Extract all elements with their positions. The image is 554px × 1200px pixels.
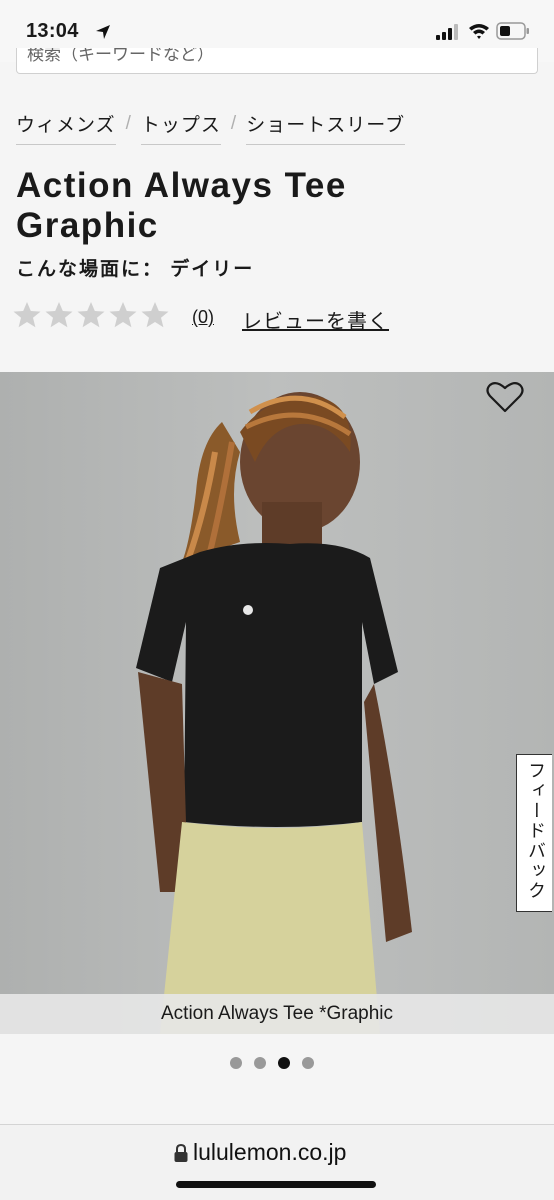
url-text[interactable]: lululemon.co.jp — [193, 1139, 346, 1166]
image-caption: Action Always Tee *Graphic — [161, 1003, 393, 1024]
breadcrumb-tops[interactable]: トップス — [140, 110, 221, 145]
breadcrumb-short-sleeve[interactable]: ショートスリーブ — [246, 110, 406, 145]
home-indicator[interactable] — [176, 1181, 376, 1188]
heart-icon[interactable] — [486, 380, 524, 414]
battery-icon — [496, 22, 529, 40]
feedback-tab[interactable]: フィードバック — [516, 754, 552, 912]
star-icon — [77, 302, 105, 328]
carousel-dot[interactable] — [278, 1057, 290, 1069]
carousel-dot[interactable] — [254, 1057, 266, 1069]
breadcrumb-separator: / — [230, 113, 237, 134]
star-icon — [13, 302, 41, 328]
star-icon — [141, 302, 169, 328]
product-title: Action Always Tee Graphic — [16, 166, 347, 245]
status-time: 13:04 — [26, 20, 79, 42]
product-image[interactable] — [0, 372, 554, 1034]
breadcrumb-womens[interactable]: ウィメンズ — [16, 110, 116, 145]
star-icon — [109, 302, 137, 328]
star-icon — [45, 302, 73, 328]
search-placeholder: 検索（キーワードなど） — [27, 48, 214, 64]
location-arrow-icon — [96, 25, 110, 39]
cellular-signal-icon — [436, 24, 458, 40]
carousel-dot[interactable] — [302, 1057, 314, 1069]
star-rating — [12, 300, 172, 330]
feedback-label: フィードバック — [526, 761, 546, 901]
search-input[interactable]: 検索（キーワードなど） — [16, 48, 538, 74]
carousel-dot[interactable] — [230, 1057, 242, 1069]
breadcrumb: ウィメンズ / トップス / ショートスリーブ — [16, 110, 406, 145]
product-activity: こんな場面に： デイリー — [16, 259, 255, 280]
product-photo — [0, 372, 554, 1034]
wifi-icon — [469, 24, 489, 39]
breadcrumb-separator: / — [125, 113, 131, 134]
write-review-link[interactable]: レビューを書く — [242, 305, 389, 334]
lock-icon — [174, 1143, 188, 1162]
review-count-link[interactable]: (0) — [192, 307, 214, 328]
carousel-dots — [230, 1057, 326, 1069]
